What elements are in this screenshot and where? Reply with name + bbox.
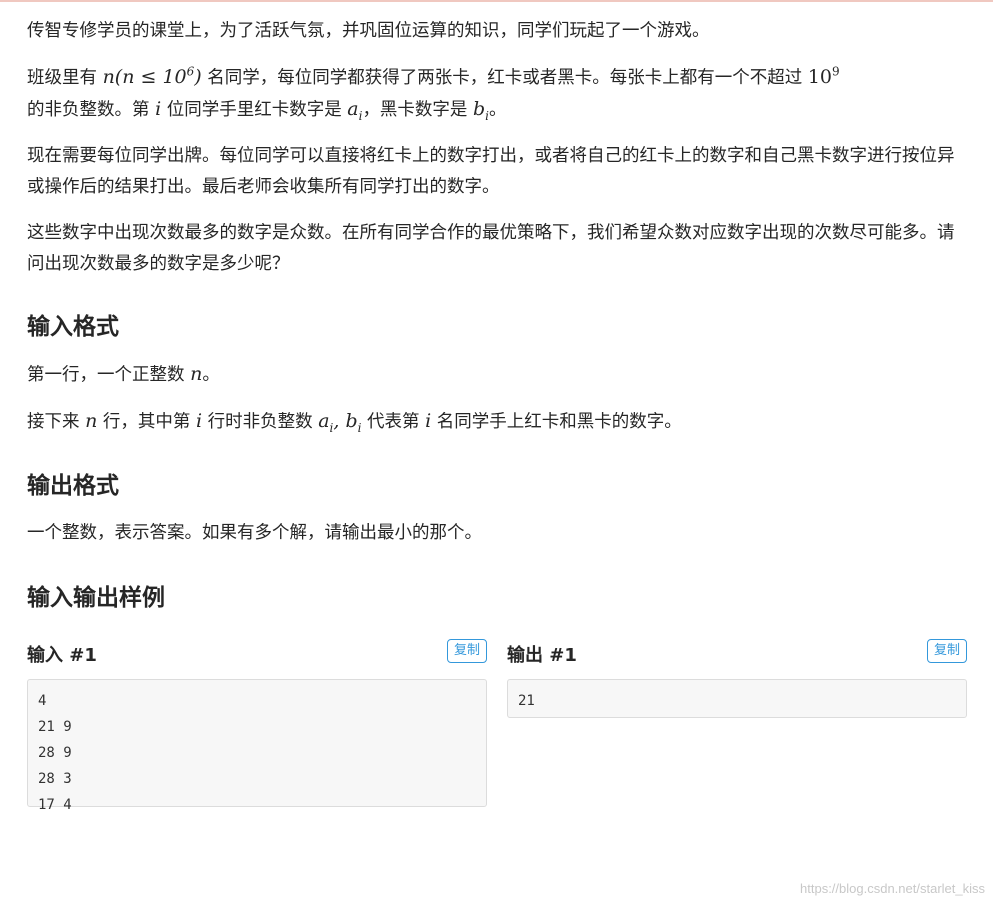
- intro-paragraph-4: 这些数字中出现次数最多的数字是众数。在所有同学合作的最优策略下，我们希望众数对应…: [27, 223, 955, 274]
- text: 的非负整数。第: [27, 100, 156, 120]
- sample-output-header: 输出 #1 复制: [507, 639, 967, 670]
- text: ，黑卡数字是: [362, 100, 473, 120]
- math-var-n: n: [85, 410, 98, 432]
- text: 班级里有: [27, 68, 103, 88]
- math-10-pow-9: 109: [807, 64, 840, 88]
- output-format-line-1: 一个整数，表示答案。如果有多个解，请输出最小的那个。: [27, 523, 482, 543]
- output-format-heading: 输出格式: [27, 473, 119, 499]
- intro-paragraph-3: 现在需要每位同学出牌。每位同学可以直接将红卡上的数字打出，或者将自己的红卡上的数…: [27, 146, 955, 197]
- intro-paragraph-1: 传智专修学员的课堂上，为了活跃气氛，并巩固位运算的知识，同学们玩起了一个游戏。: [27, 21, 710, 41]
- samples-heading: 输入输出样例: [27, 585, 165, 611]
- math-var-b-i: bi: [473, 98, 490, 123]
- sample-input-code: 4 21 9 28 9 28 3 17 4: [27, 679, 487, 813]
- problem-content: 传智专修学员的课堂上，为了活跃气氛，并巩固位运算的知识，同学们玩起了一个游戏。 …: [27, 16, 967, 842]
- sample-output-title: 输出 #1: [507, 645, 577, 666]
- math-var-a-i: ai: [347, 98, 363, 123]
- samples-container: 输入 #1 复制 4 21 9 28 9 28 3 17 4 输出 #1 复制 …: [27, 639, 967, 842]
- watermark: https://blog.csdn.net/starlet_kiss: [800, 881, 985, 896]
- math-var-a-i-b-i: ai, bi: [318, 410, 362, 435]
- math-var-n: n: [190, 363, 203, 385]
- sample-input-title: 输入 #1: [27, 645, 97, 666]
- copy-output-button[interactable]: 复制: [926, 639, 967, 663]
- sample-input-header: 输入 #1 复制: [27, 639, 487, 670]
- input-format-line-1: 第一行，一个正整数 n。: [27, 363, 220, 385]
- math-n-constraint: n(n ≤ 106): [102, 64, 202, 88]
- top-border: [0, 0, 993, 2]
- sample-output-code: 21: [507, 679, 967, 718]
- sample-input-column: 输入 #1 复制 4 21 9 28 9 28 3 17 4: [27, 639, 487, 813]
- input-format-line-2: 接下来 n 行，其中第 i 行时非负整数 ai, bi 代表第 i 名同学手上红…: [27, 410, 682, 435]
- intro-paragraph-2: 班级里有 n(n ≤ 106) 名同学，每位同学都获得了两张卡，红卡或者黑卡。每…: [27, 62, 967, 126]
- sample-output-column: 输出 #1 复制 21: [507, 639, 967, 718]
- input-format-heading: 输入格式: [27, 314, 119, 340]
- text: 。: [489, 100, 507, 120]
- text: 位同学手里红卡数字是: [161, 100, 348, 120]
- copy-input-button[interactable]: 复制: [446, 639, 487, 663]
- text: 名同学，每位同学都获得了两张卡，红卡或者黑卡。每张卡上都有一个不超过: [201, 68, 808, 88]
